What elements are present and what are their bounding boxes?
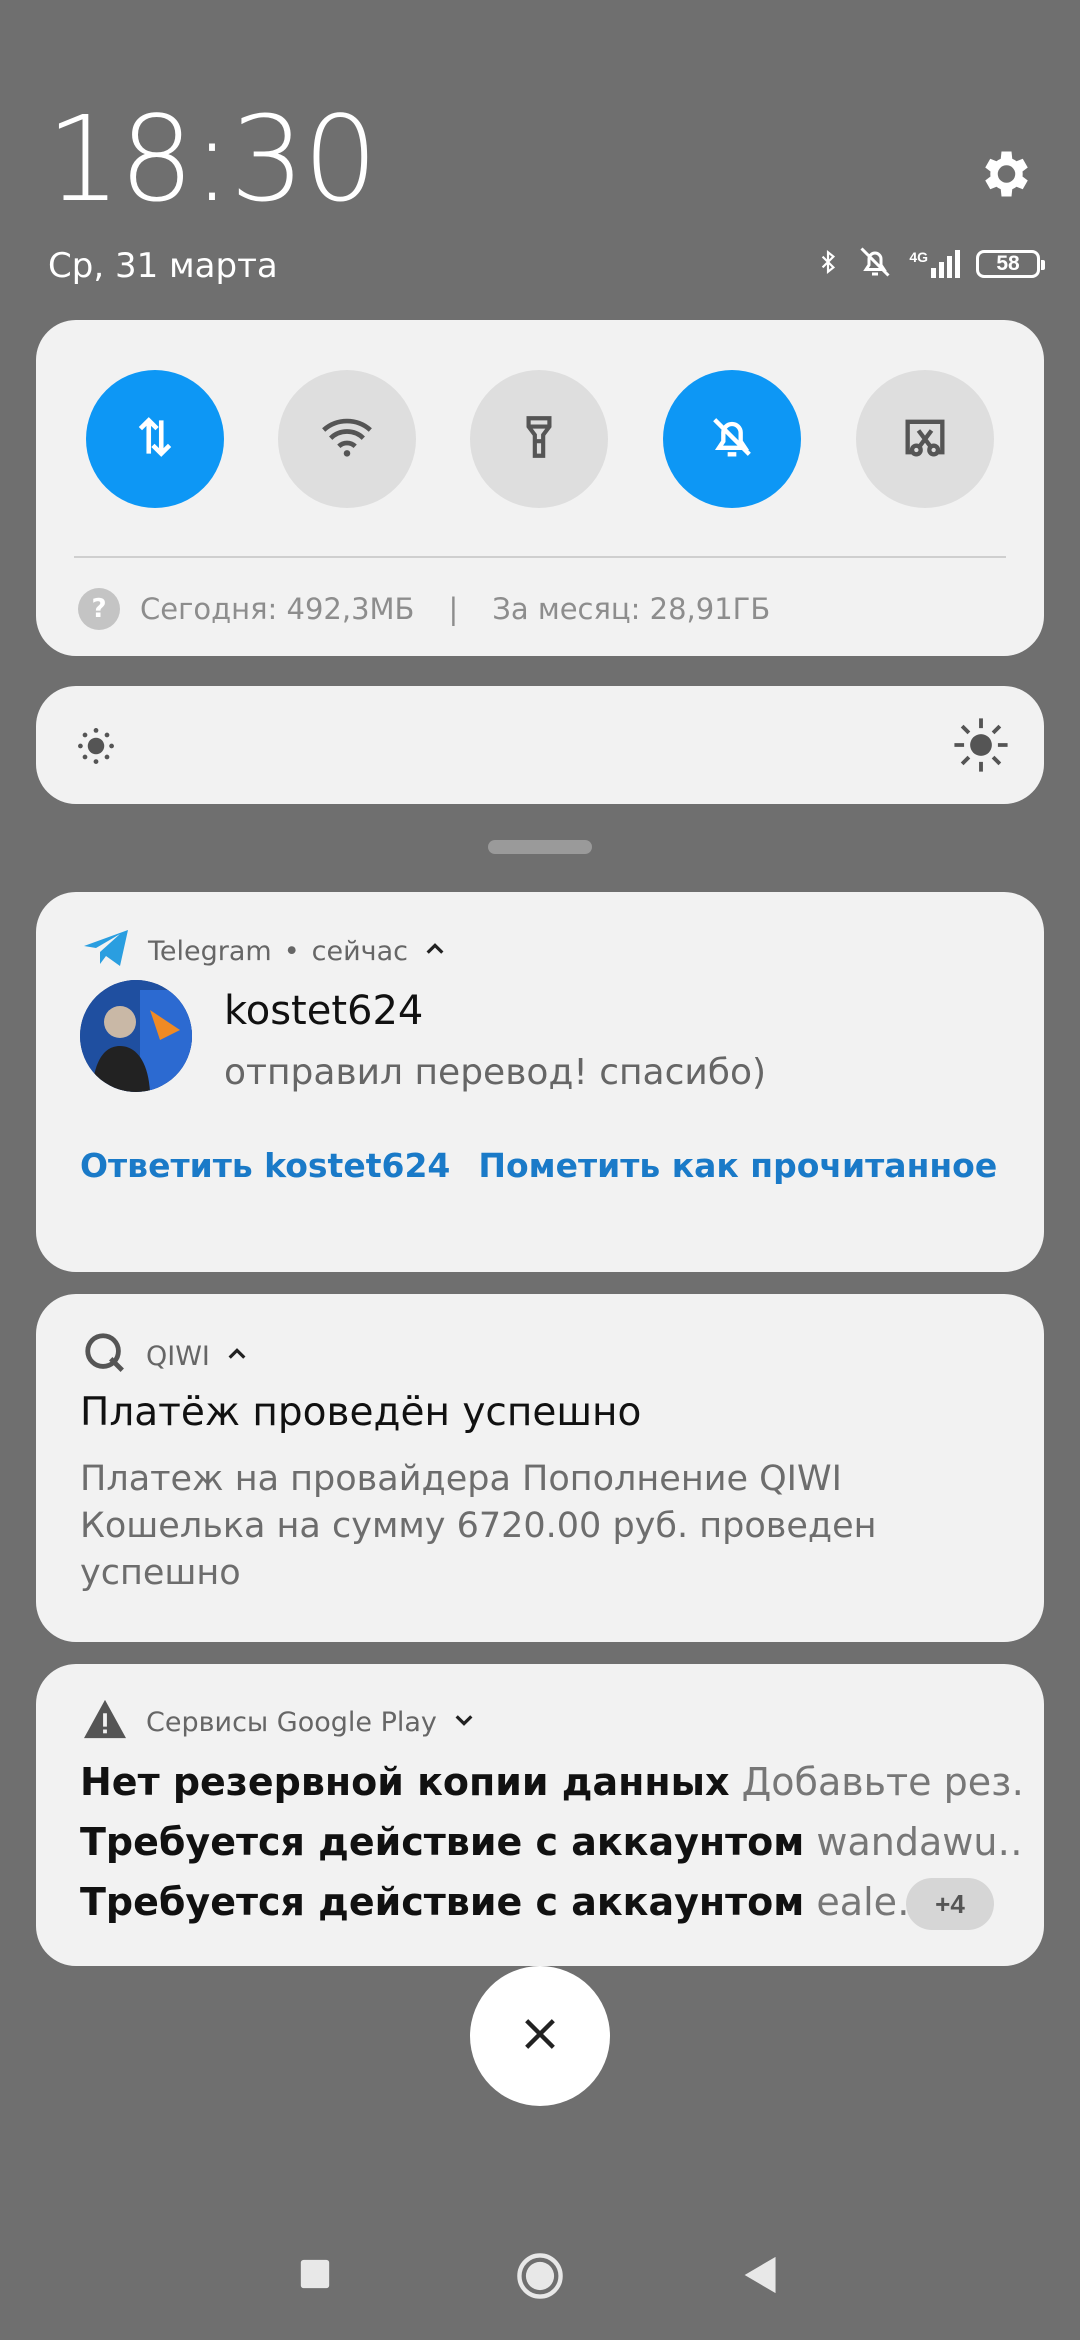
app-name: Telegram xyxy=(148,936,272,967)
scissors-screen-icon xyxy=(899,411,951,468)
network-type: 4G xyxy=(909,249,928,265)
clear-all-button[interactable] xyxy=(470,1966,610,2106)
chevron-down-icon[interactable] xyxy=(453,1707,475,1738)
telegram-notification[interactable]: Telegram • сейчас kostet624 отправил пер… xyxy=(36,892,1044,1272)
google-play-notification[interactable]: Сервисы Google Play Нет резервной копии … xyxy=(36,1664,1044,1966)
mobile-data-toggle[interactable] xyxy=(86,370,224,508)
warning-icon xyxy=(82,1698,128,1747)
panel-drag-handle[interactable] xyxy=(488,840,592,854)
recents-button[interactable] xyxy=(298,2257,332,2296)
list-item: Нет резервной копии данных Добавьте рез… xyxy=(80,1760,1020,1804)
sender-name: kostet624 xyxy=(224,988,424,1034)
signal-icon: 4G xyxy=(909,250,960,278)
bell-off-icon xyxy=(706,411,758,468)
message-text: отправил перевод! спасибо) xyxy=(224,1052,767,1093)
notification-time: сейчас xyxy=(311,936,409,967)
wifi-toggle[interactable] xyxy=(278,370,416,508)
arrows-updown-icon xyxy=(130,412,180,467)
data-today: Сегодня: 492,3МБ xyxy=(140,592,415,626)
more-count-badge[interactable]: +4 xyxy=(906,1878,994,1930)
brightness-high-icon xyxy=(952,716,1010,779)
settings-gear-icon[interactable] xyxy=(974,144,1034,204)
brightness-slider[interactable] xyxy=(36,686,1044,804)
date: Ср, 31 марта xyxy=(48,246,278,286)
screenshot-toggle[interactable] xyxy=(856,370,994,508)
clock: 18:30 xyxy=(46,90,378,228)
avatar xyxy=(80,980,192,1092)
notification-body: Платеж на провайдера Пополнение QIWI Кош… xyxy=(80,1459,877,1593)
notification-header: QIWI xyxy=(82,1330,248,1383)
wifi-icon xyxy=(319,409,375,470)
telegram-icon xyxy=(82,928,130,975)
battery-level: 58 xyxy=(996,252,1020,275)
flashlight-icon xyxy=(514,412,564,467)
battery-icon: 58 xyxy=(976,250,1045,278)
list-item: Требуется действие с аккаунтом wandawu… xyxy=(80,1820,1020,1864)
dot-separator: • xyxy=(283,936,300,967)
close-icon xyxy=(520,2014,560,2059)
chevron-up-icon[interactable] xyxy=(424,936,446,967)
data-usage-row[interactable]: ? Сегодня: 492,3МБ | За месяц: 28,91ГБ xyxy=(78,588,770,630)
silent-mode-toggle[interactable] xyxy=(663,370,801,508)
back-button[interactable] xyxy=(742,2255,780,2300)
chevron-up-icon[interactable] xyxy=(226,1341,248,1372)
help-icon: ? xyxy=(78,588,120,630)
divider xyxy=(74,556,1006,558)
quick-settings-panel: ? Сегодня: 492,3МБ | За месяц: 28,91ГБ xyxy=(36,320,1044,656)
brightness-low-icon xyxy=(74,724,118,773)
status-icons: 4G 58 xyxy=(815,244,1045,285)
list-item: Требуется действие с аккаунтом eale… xyxy=(80,1880,910,1924)
app-name: QIWI xyxy=(146,1341,210,1372)
notification-title: Платёж проведён успешно xyxy=(80,1390,642,1435)
reply-button[interactable]: Ответить kostet624 xyxy=(80,1146,450,1185)
qiwi-notification[interactable]: QIWI Платёж проведён успешно Платеж на п… xyxy=(36,1294,1044,1642)
bluetooth-icon xyxy=(815,244,841,285)
data-month: За месяц: 28,91ГБ xyxy=(492,592,771,626)
home-button[interactable] xyxy=(514,2250,566,2307)
app-name: Сервисы Google Play xyxy=(146,1707,437,1738)
flashlight-toggle[interactable] xyxy=(470,370,608,508)
qiwi-icon xyxy=(82,1330,128,1383)
alarm-off-icon xyxy=(857,244,893,285)
notification-actions: Ответить kostet624 Пометить как прочитан… xyxy=(80,1146,997,1185)
notification-header: Telegram • сейчас xyxy=(82,928,446,975)
notification-header: Сервисы Google Play xyxy=(82,1698,475,1747)
mark-read-button[interactable]: Пометить как прочитанное xyxy=(478,1146,997,1185)
data-separator: | xyxy=(448,592,459,626)
